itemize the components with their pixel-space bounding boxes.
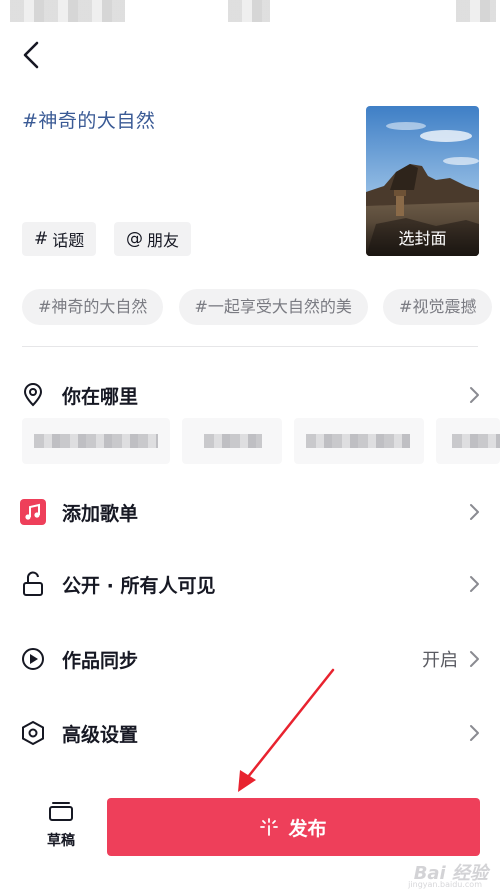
suggested-tag[interactable]: #一起享受大自然的美 (178, 289, 368, 325)
sync-label: 作品同步 (62, 649, 139, 672)
chevron-right-icon (470, 387, 479, 403)
chevron-right-icon (470, 725, 479, 741)
settings-hexagon-icon (20, 720, 46, 746)
location-label: 你在哪里 (62, 385, 139, 408)
mention-friend-label: 朋友 (147, 231, 180, 250)
advanced-settings-label: 高级设置 (62, 723, 139, 746)
suggested-tag[interactable]: #视觉震撼 (383, 289, 493, 325)
status-bar (0, 0, 500, 26)
visibility-label: 公开 · 所有人可见 (62, 574, 216, 597)
divider (22, 346, 478, 347)
location-suggestion-blur (204, 434, 262, 448)
sync-icon (20, 646, 46, 672)
suggested-tag[interactable]: #神奇的大自然 (22, 289, 164, 325)
location-suggestion-blur (452, 434, 500, 448)
watermark-sub: jingyan.baidu.com (408, 880, 482, 889)
location-suggestion-chip[interactable] (294, 418, 424, 464)
cover-label: 选封面 (366, 222, 479, 256)
status-bar-blur-left (10, 0, 125, 22)
location-suggestion-chip[interactable] (436, 418, 500, 464)
cover-selector[interactable]: 选封面 (366, 106, 479, 256)
sync-row[interactable]: 作品同步 开启 (0, 637, 500, 681)
publish-label: 发布 (288, 817, 327, 840)
location-row[interactable]: 你在哪里 (0, 373, 500, 417)
draft-box-icon (49, 802, 73, 821)
unlock-icon (20, 571, 46, 597)
chevron-right-icon (470, 504, 479, 520)
add-topic-label: 话题 (52, 231, 85, 250)
music-note-icon (20, 499, 46, 525)
chevron-right-icon (470, 651, 479, 667)
hash-icon: # (34, 229, 49, 249)
sync-status-value: 开启 (422, 650, 458, 671)
add-topic-button[interactable]: # 话题 (22, 222, 97, 256)
chevron-right-icon (470, 576, 479, 592)
advanced-settings-row[interactable]: 高级设置 (0, 711, 500, 755)
publish-button[interactable]: 发布 (107, 798, 480, 856)
location-suggestions (0, 418, 500, 464)
status-bar-blur-center (228, 0, 270, 22)
location-suggestion-chip[interactable] (22, 418, 170, 464)
mention-friend-button[interactable]: @ 朋友 (114, 222, 192, 256)
location-suggestion-chip[interactable] (182, 418, 282, 464)
suggested-tags: #神奇的大自然 #一起享受大自然的美 #视觉震撼 (22, 289, 500, 325)
draft-label: 草稿 (47, 833, 75, 849)
status-bar-blur-right (456, 0, 496, 22)
add-playlist-label: 添加歌单 (62, 502, 139, 525)
visibility-row[interactable]: 公开 · 所有人可见 (0, 562, 500, 606)
back-button[interactable] (14, 38, 48, 72)
add-playlist-row[interactable]: 添加歌单 (0, 490, 500, 534)
chevron-left-icon (23, 41, 39, 69)
location-pin-icon (20, 382, 46, 408)
location-suggestion-blur (306, 434, 410, 448)
draft-button[interactable]: 草稿 (38, 800, 84, 850)
sparkle-icon (260, 818, 279, 836)
at-icon: @ (126, 229, 143, 249)
caption-input[interactable]: #神奇的大自然 (22, 106, 155, 133)
location-suggestion-blur (34, 434, 158, 448)
